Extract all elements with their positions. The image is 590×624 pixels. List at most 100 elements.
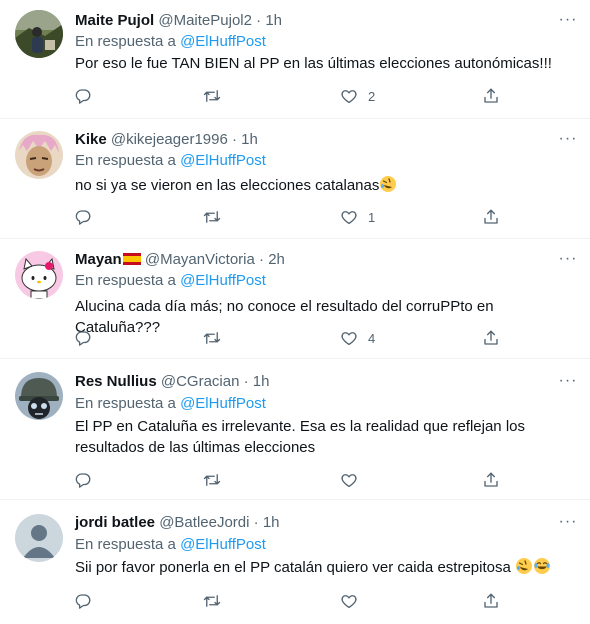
like-button[interactable]	[340, 466, 368, 494]
reply-icon	[74, 329, 92, 347]
reply-mention-link[interactable]: @ElHuffPost	[180, 395, 266, 412]
user-handle[interactable]: @CGracian	[161, 373, 240, 390]
retweet-icon	[203, 471, 221, 489]
reply-context: En respuesta a @ElHuffPost	[75, 394, 266, 414]
tweet-header: Maite Pujol @MaitePujol2 · 1h	[75, 11, 282, 31]
reply-button[interactable]	[74, 587, 92, 615]
user-handle[interactable]: @kikejeager1996	[111, 131, 228, 148]
more-options-icon[interactable]: ···	[556, 369, 580, 393]
reply-context: En respuesta a @ElHuffPost	[75, 151, 266, 171]
retweet-button[interactable]	[203, 203, 221, 231]
reply-button[interactable]	[74, 203, 92, 231]
share-button[interactable]	[482, 203, 500, 231]
share-button[interactable]	[482, 587, 500, 615]
tweet-text-container: Sii por favor ponerla en el PP catalán q…	[75, 557, 575, 578]
tweet[interactable]: Kike @kikejeager1996 · 1h ··· En respues…	[0, 119, 590, 239]
tweet-actions: 4	[66, 324, 586, 352]
reply-prefix: En respuesta a	[75, 395, 176, 412]
avatar-anime-icon	[15, 131, 63, 179]
display-name[interactable]: Maite Pujol	[75, 12, 154, 29]
share-icon	[482, 208, 500, 226]
tweet-text: no si ya se vieron en las elecciones cat…	[75, 177, 380, 194]
tweet-actions: 1	[66, 203, 586, 231]
separator-dot: ·	[232, 131, 237, 148]
like-button[interactable]: 1	[340, 203, 375, 231]
avatar-photo-icon	[15, 10, 63, 58]
display-name[interactable]: Res Nullius	[75, 373, 157, 390]
retweet-icon	[203, 208, 221, 226]
display-name[interactable]: Kike	[75, 131, 107, 148]
heart-icon	[340, 87, 358, 105]
like-count: 2	[368, 88, 376, 104]
more-options-icon[interactable]: ···	[556, 247, 580, 271]
share-button[interactable]	[482, 324, 500, 352]
avatar[interactable]	[15, 514, 63, 562]
tweet[interactable]: Maite Pujol @MaitePujol2 · 1h ··· En res…	[0, 0, 590, 119]
tweet[interactable]: jordi batlee @BatleeJordi · 1h ··· En re…	[0, 500, 590, 624]
like-button[interactable]: 4	[340, 324, 375, 352]
reply-mention-link[interactable]: @ElHuffPost	[180, 152, 266, 169]
tweet[interactable]: Res Nullius @CGracian · 1h ··· En respue…	[0, 359, 590, 500]
more-options-icon[interactable]: ···	[556, 510, 580, 534]
display-name[interactable]: jordi batlee	[75, 514, 155, 531]
share-button[interactable]	[482, 466, 500, 494]
default-avatar-icon	[15, 514, 63, 562]
reply-context: En respuesta a @ElHuffPost	[75, 535, 266, 555]
timestamp[interactable]: 1h	[265, 12, 282, 29]
more-options-icon[interactable]: ···	[556, 127, 580, 151]
avatar[interactable]	[15, 372, 63, 420]
share-icon	[482, 329, 500, 347]
timestamp[interactable]: 1h	[241, 131, 258, 148]
like-button[interactable]	[340, 587, 368, 615]
display-name[interactable]: Mayan	[75, 251, 122, 268]
user-handle[interactable]: @MayanVictoria	[145, 251, 255, 268]
like-button[interactable]: 2	[340, 82, 375, 110]
reply-mention-link[interactable]: @ElHuffPost	[180, 272, 266, 289]
reply-button[interactable]	[74, 82, 92, 110]
more-options-icon[interactable]: ···	[556, 8, 580, 32]
tweet[interactable]: Mayan @MayanVictoria · 2h ··· En respues…	[0, 239, 590, 359]
tweet-text: Sii por favor ponerla en el PP catalán q…	[75, 559, 511, 576]
reply-mention-link[interactable]: @ElHuffPost	[180, 33, 266, 50]
share-icon	[482, 471, 500, 489]
reply-prefix: En respuesta a	[75, 152, 176, 169]
user-handle[interactable]: @MaitePujol2	[158, 12, 252, 29]
reply-icon	[74, 471, 92, 489]
reply-mention-link[interactable]: @ElHuffPost	[180, 536, 266, 553]
retweet-icon	[203, 592, 221, 610]
tweet-header: Mayan @MayanVictoria · 2h	[75, 250, 285, 270]
retweet-button[interactable]	[203, 466, 221, 494]
heart-icon	[340, 208, 358, 226]
timestamp[interactable]: 1h	[263, 514, 280, 531]
tweet-actions: 2	[66, 82, 586, 110]
avatar-helmet-icon	[15, 372, 63, 420]
like-count: 1	[368, 209, 376, 225]
tweet-text-line: El PP en Cataluña es irrelevante. Esa es…	[75, 418, 525, 435]
separator-dot: ·	[253, 514, 259, 531]
reply-button[interactable]	[74, 324, 92, 352]
separator-dot: ·	[256, 12, 262, 29]
retweet-icon	[203, 87, 221, 105]
tweet-header: Res Nullius @CGracian · 1h	[75, 372, 269, 392]
avatar[interactable]	[15, 10, 63, 58]
tweet-text-container: no si ya se vieron en las elecciones cat…	[75, 175, 575, 196]
user-handle[interactable]: @BatleeJordi	[159, 514, 249, 531]
reply-prefix: En respuesta a	[75, 536, 176, 553]
retweet-button[interactable]	[203, 324, 221, 352]
retweet-button[interactable]	[203, 587, 221, 615]
retweet-button[interactable]	[203, 82, 221, 110]
avatar-hello-kitty-icon	[15, 251, 63, 299]
timestamp[interactable]: 1h	[253, 373, 270, 390]
tweet-header: jordi batlee @BatleeJordi · 1h	[75, 513, 280, 533]
timestamp[interactable]: 2h	[268, 251, 285, 268]
share-button[interactable]	[482, 82, 500, 110]
heart-icon	[340, 592, 358, 610]
avatar[interactable]	[15, 251, 63, 299]
rolling-on-floor-laughing-icon	[515, 557, 533, 575]
reply-icon	[74, 208, 92, 226]
reply-prefix: En respuesta a	[75, 272, 176, 289]
tweet-actions	[66, 466, 586, 494]
retweet-icon	[203, 329, 221, 347]
avatar[interactable]	[15, 131, 63, 179]
reply-button[interactable]	[74, 466, 92, 494]
